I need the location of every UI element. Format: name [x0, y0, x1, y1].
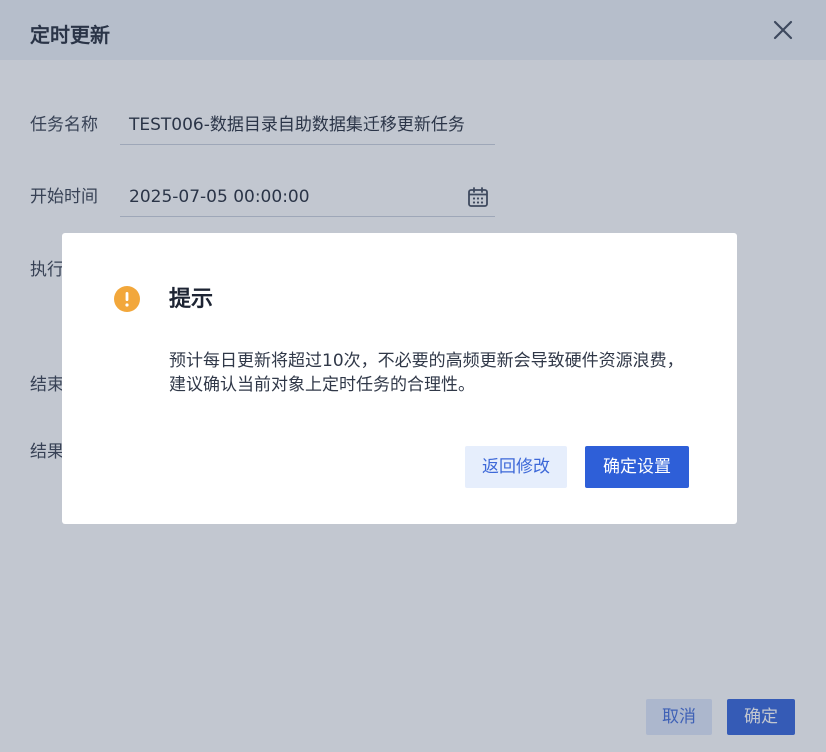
warning-modal: 提示 预计每日更新将超过10次，不必要的高频更新会导致硬件资源浪费，建议确认当前… — [62, 233, 737, 524]
warning-icon — [114, 286, 140, 312]
modal-message: 预计每日更新将超过10次，不必要的高频更新会导致硬件资源浪费，建议确认当前对象上… — [169, 351, 684, 395]
confirm-settings-button[interactable]: 确定设置 — [585, 446, 689, 488]
back-to-edit-button[interactable]: 返回修改 — [465, 446, 567, 488]
modal-title: 提示 — [169, 287, 214, 312]
